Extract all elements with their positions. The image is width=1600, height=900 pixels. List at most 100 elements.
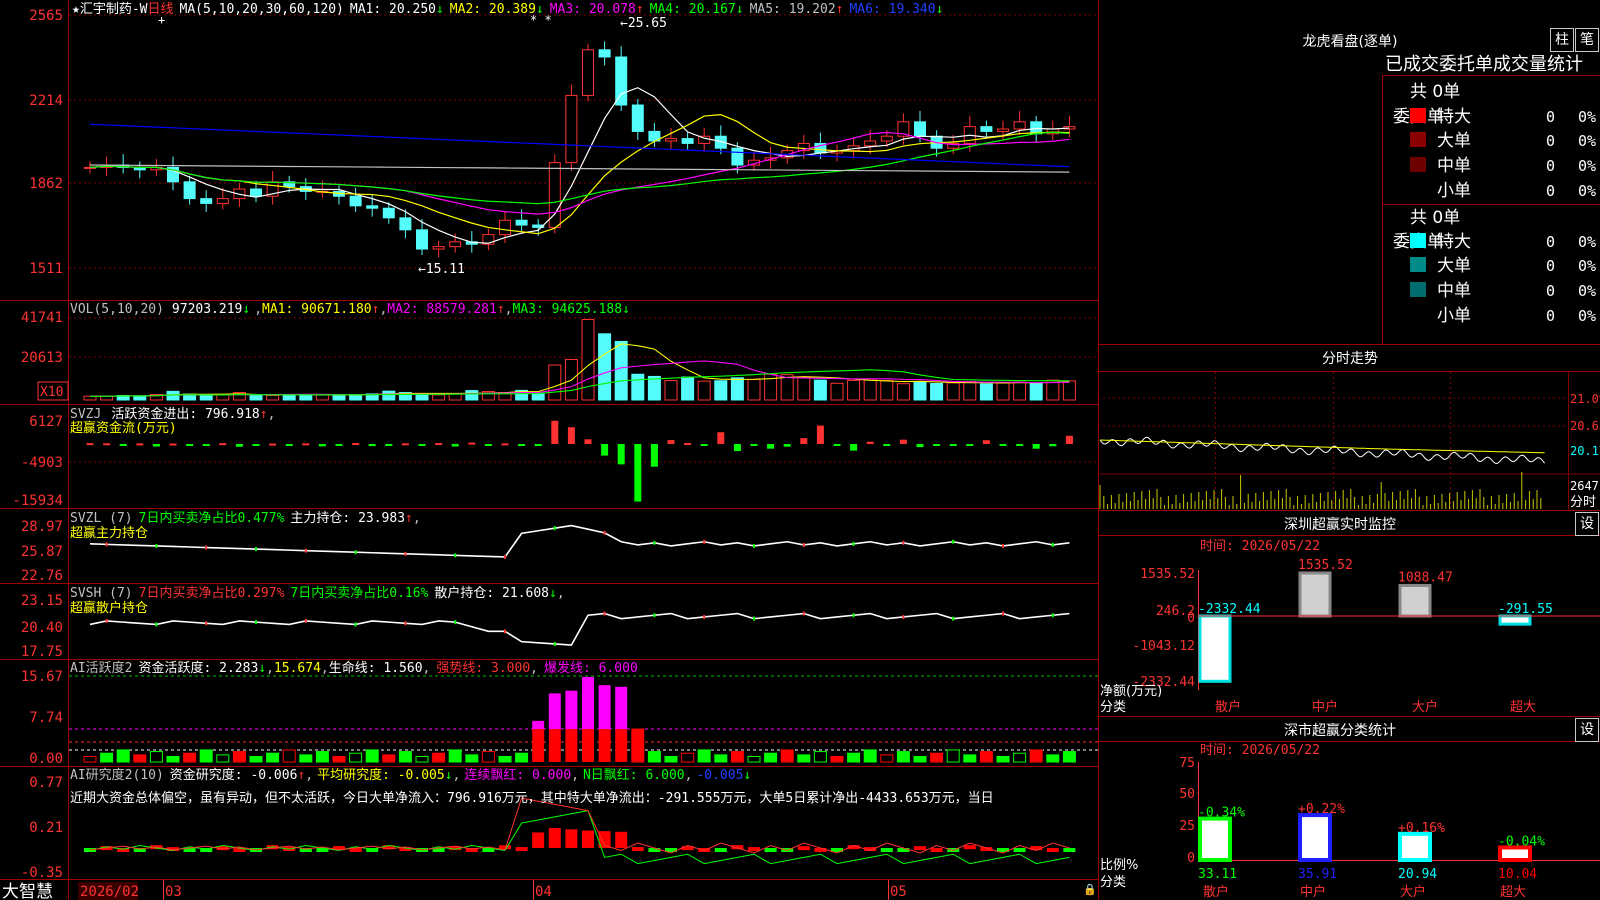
tick-mark: [1002, 611, 1004, 616]
ai-active-bar: [1046, 754, 1060, 763]
ai-active-bar: [896, 751, 910, 763]
buy-row-4-name: 小单: [1437, 181, 1471, 201]
svzj-bar: [883, 444, 891, 446]
volume-bar: [199, 395, 213, 401]
volume-bar: [664, 380, 678, 401]
vol-tick-1: 41741: [21, 310, 63, 326]
tick-mark: [205, 545, 208, 550]
ma3-label: MA3: 20.078: [550, 2, 636, 17]
frame-lines: [0, 0, 1600, 900]
volume-bar: [631, 373, 645, 401]
volume-bar: [1013, 381, 1027, 401]
ai-research-bar: [548, 828, 561, 848]
sell-row-3-pct: 0%: [1578, 282, 1596, 300]
svzj-bar: [318, 444, 326, 447]
ai-active-bar: [681, 752, 695, 763]
ma4-label: MA4: 20.167: [650, 2, 736, 17]
bar-mode-button[interactable]: 柱: [1550, 28, 1574, 52]
svsh-ratio2: 7日内买卖净占比0.16%: [290, 585, 428, 601]
vol-tick-2: 20613: [21, 350, 63, 366]
svzj-title: SVZJ: [70, 407, 101, 422]
buy-row-3-name: 中单: [1437, 156, 1471, 176]
tick-mark: [753, 543, 755, 548]
sell-row-4-count: 0: [1546, 307, 1555, 325]
buy-row-4-pct: 0%: [1578, 182, 1596, 200]
candle: [714, 125, 727, 155]
stock-chart-canvas[interactable]: 2565 2214 1862 1511 ★汇宇制药-W日线 MA(5,10,20,…: [0, 0, 1600, 900]
ai-active-title: AI活跃度2: [70, 660, 132, 676]
monitor-ylabel: 净额(万元): [1100, 684, 1162, 699]
ai-research-tick-1: 0.77: [29, 775, 63, 791]
ai-active-legend: AI活跃度2 资金活跃度: 2.283↓,15.674,生命线: 1.560, 强势…: [70, 660, 638, 676]
svsh-tick-2: 20.40: [21, 620, 63, 636]
volume-bar: [996, 382, 1010, 401]
monitor-bar: [1198, 614, 1232, 683]
ai-active-bar: [83, 756, 97, 763]
classify-settings-button[interactable]: 设: [1575, 718, 1599, 742]
volume-bar: [415, 394, 429, 401]
tick-mark: [255, 547, 257, 552]
intraday-tick-1: 21.09: [1570, 392, 1600, 406]
monitor-bar-value: 1088.47: [1398, 571, 1453, 586]
sell-row-2-name: 大单: [1437, 256, 1471, 276]
pen-mode-button[interactable]: 笔: [1575, 28, 1599, 52]
ai-active-bar: [100, 752, 114, 763]
tick-mark: [553, 641, 556, 646]
svzj-bar: [916, 444, 924, 448]
svzj-bar: [219, 443, 227, 446]
buy-row-3-pct: 0%: [1578, 157, 1596, 175]
tick-mark: [404, 621, 407, 626]
ma2-label: MA2: 20.389: [450, 2, 536, 17]
candle: [349, 187, 362, 212]
tick-mark: [902, 614, 905, 619]
ai-active-bar-strong: [582, 676, 594, 730]
monitor-bars: -2332.44 1535.52 1088.47 -291.55: [1198, 558, 1600, 683]
svzj-bar: [601, 444, 609, 456]
classify-cat-3: 大户: [1400, 884, 1426, 900]
monitor-settings-button[interactable]: 设: [1575, 512, 1599, 536]
svzj-bar: [186, 444, 194, 446]
candle: [183, 175, 196, 205]
buy-row-3-swatch: [1410, 157, 1426, 172]
ai-research-line-red: [89, 797, 1070, 854]
svzj-bar: [1049, 444, 1057, 447]
classify-bar: [1398, 831, 1432, 863]
svzl-legend: SVZL (7) 7日内买卖净占比0.477% 主力持仓: 23.983↑, 超赢主…: [70, 510, 421, 541]
candle: [748, 151, 760, 172]
volume-bar: [465, 390, 479, 401]
ai-active-bar: [315, 751, 329, 763]
ai-active-bar: [299, 754, 313, 763]
candle-body: [515, 219, 528, 226]
ai-active-bar: [913, 756, 927, 763]
vol-title: VOL(5,10,20): [70, 302, 164, 317]
svzj-bar: [451, 444, 459, 447]
high-price-label: ←25.65: [620, 16, 667, 31]
ai-research-legend: AI研究度2(10) 资金研究度: -0.006↑, 平均研究度: -0.005↓,…: [70, 767, 751, 783]
main-legend: ★汇宇制药-W日线 MA(5,10,20,30,60,120) MA1: 20.25…: [72, 2, 943, 277]
svzj-bar: [982, 440, 990, 444]
tick-mark: [802, 611, 805, 616]
svsh-sub: 超赢散户持仓: [70, 600, 148, 616]
ai-active-l5: 爆发线: 6.000: [544, 660, 638, 676]
classify-bar-change: +0.22%: [1298, 802, 1345, 817]
ai-active-bar: [1029, 749, 1043, 763]
candle: [565, 84, 578, 172]
svzj-bar: [235, 444, 243, 447]
monitor-title: 深圳超赢实时监控: [1284, 516, 1396, 533]
ai-research-axis: 0.77 0.21 -0.35: [21, 775, 63, 881]
svg-text:VOL(5,10,20)97203.219↓,MA1: 90: VOL(5,10,20) 97203.219↓ ,MA1: 90671.180↑,M…: [70, 302, 630, 317]
tick-mark: [902, 540, 905, 545]
volume-bar: [913, 381, 927, 401]
ai-active-bar-strong: [548, 693, 561, 730]
monitor-bar: [1498, 614, 1532, 626]
candle-body: [349, 195, 362, 207]
classify-bar: [1198, 816, 1232, 862]
ai-research-bar: [963, 845, 976, 850]
stats-title: 已成交委托单成交量统计: [1385, 54, 1583, 75]
classify-title: 深市超赢分类统计: [1284, 722, 1396, 739]
candle-body: [864, 140, 877, 147]
svzj-bar: [86, 443, 94, 446]
svzj-bar: [733, 444, 741, 452]
volume-bar: [332, 394, 346, 401]
svzj-bar: [385, 444, 393, 446]
